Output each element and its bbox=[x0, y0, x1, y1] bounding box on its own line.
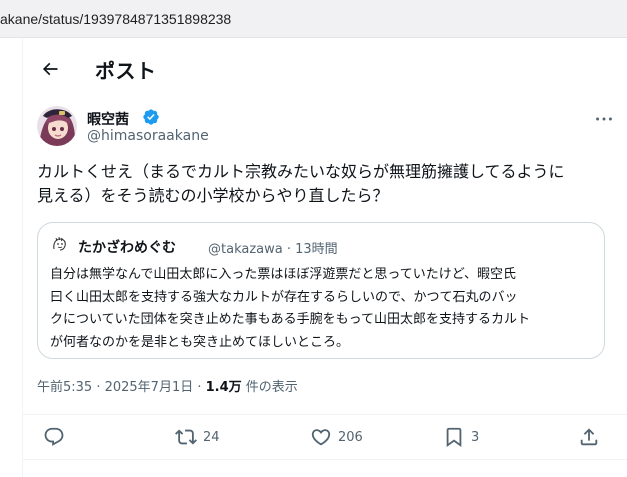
quote-text-line: 曰く山田太郎を支持する強大なカルトが存在するらしいので、かつて石丸のバッ bbox=[50, 289, 518, 305]
like-count: 206 bbox=[338, 429, 363, 445]
verified-badge-icon bbox=[143, 109, 159, 125]
quote-avatar-icon bbox=[50, 235, 70, 255]
display-name[interactable]: 暇空茜 bbox=[87, 109, 129, 129]
post-text-line: 見える）をそう読むの小学校からやり直したら？ bbox=[37, 186, 389, 205]
back-button[interactable] bbox=[33, 52, 67, 86]
share-button[interactable] bbox=[578, 426, 600, 448]
views-count: 1.4万 bbox=[205, 380, 242, 395]
quote-text: 自分は無学なんで山田太郎に入った票はほぼ浮遊票だと思っていたけど、暇空氏 曰く山… bbox=[50, 264, 602, 354]
reply-icon bbox=[44, 427, 64, 446]
share-icon bbox=[580, 428, 598, 446]
quote-text-line: クについていた団体を突き止めた事もある手腕をもって山田太郎を支持するカルト bbox=[50, 312, 530, 327]
quote-display-name: たかざわめぐむ bbox=[78, 240, 176, 256]
bookmark-icon bbox=[446, 427, 462, 448]
bookmark-count: 3 bbox=[471, 429, 480, 445]
post-text-line: カルトくせえ（まるでカルト宗教みたいな奴らが無理筋擁護してるように bbox=[37, 162, 565, 181]
retweet-count: 24 bbox=[203, 429, 220, 445]
arrow-left-icon bbox=[42, 62, 58, 76]
retweet-icon bbox=[175, 429, 197, 445]
bottom-divider bbox=[23, 459, 627, 460]
avatar-image bbox=[37, 106, 77, 146]
post-timestamp[interactable]: 午前5:35 · 2025年7月1日 · bbox=[37, 380, 206, 395]
quote-text-line: 自分は無学なんで山田太郎に入った票はほぼ浮遊票だと思っていたけど、暇空氏 bbox=[50, 267, 517, 282]
views-label: 件の表示 bbox=[241, 380, 298, 395]
heart-icon bbox=[311, 429, 331, 446]
post-author: 暇空茜 @himasoraakane bbox=[37, 106, 617, 156]
bookmark-button[interactable]: 3 bbox=[443, 426, 479, 448]
post-text: カルトくせえ（まるでカルト宗教みたいな奴らが無理筋擁護してるように 見える）をそ… bbox=[37, 160, 622, 208]
retweet-button[interactable]: 24 bbox=[175, 426, 220, 448]
action-bar: 24 206 3 bbox=[23, 414, 627, 458]
more-options-icon[interactable] bbox=[593, 108, 615, 130]
post-meta: 午前5:35 · 2025年7月1日 · 1.4万 件の表示 bbox=[37, 376, 298, 395]
page-title: ポスト bbox=[95, 59, 157, 83]
quote-handle-time: @takazawa · 13時間 bbox=[208, 242, 338, 257]
top-bar: ポスト bbox=[23, 38, 627, 100]
url-text[interactable]: akane/status/1939784871351898238 bbox=[0, 11, 231, 27]
post-column: ポスト 暇空茜 @himasoraakane カルトくせえ（まるでカルト宗教みた… bbox=[22, 38, 627, 477]
reply-button[interactable] bbox=[43, 426, 65, 448]
quoted-post[interactable]: たかざわめぐむ @takazawa · 13時間 自分は無学なんで山田太郎に入っ… bbox=[37, 222, 605, 359]
browser-url-bar[interactable]: akane/status/1939784871351898238 bbox=[0, 0, 627, 38]
like-button[interactable]: 206 bbox=[310, 426, 363, 448]
author-handle[interactable]: @himasoraakane bbox=[87, 128, 209, 144]
avatar[interactable] bbox=[37, 106, 77, 146]
quote-text-line: が何者なのかを是非とも突き止めてほしいところ。 bbox=[50, 334, 350, 350]
